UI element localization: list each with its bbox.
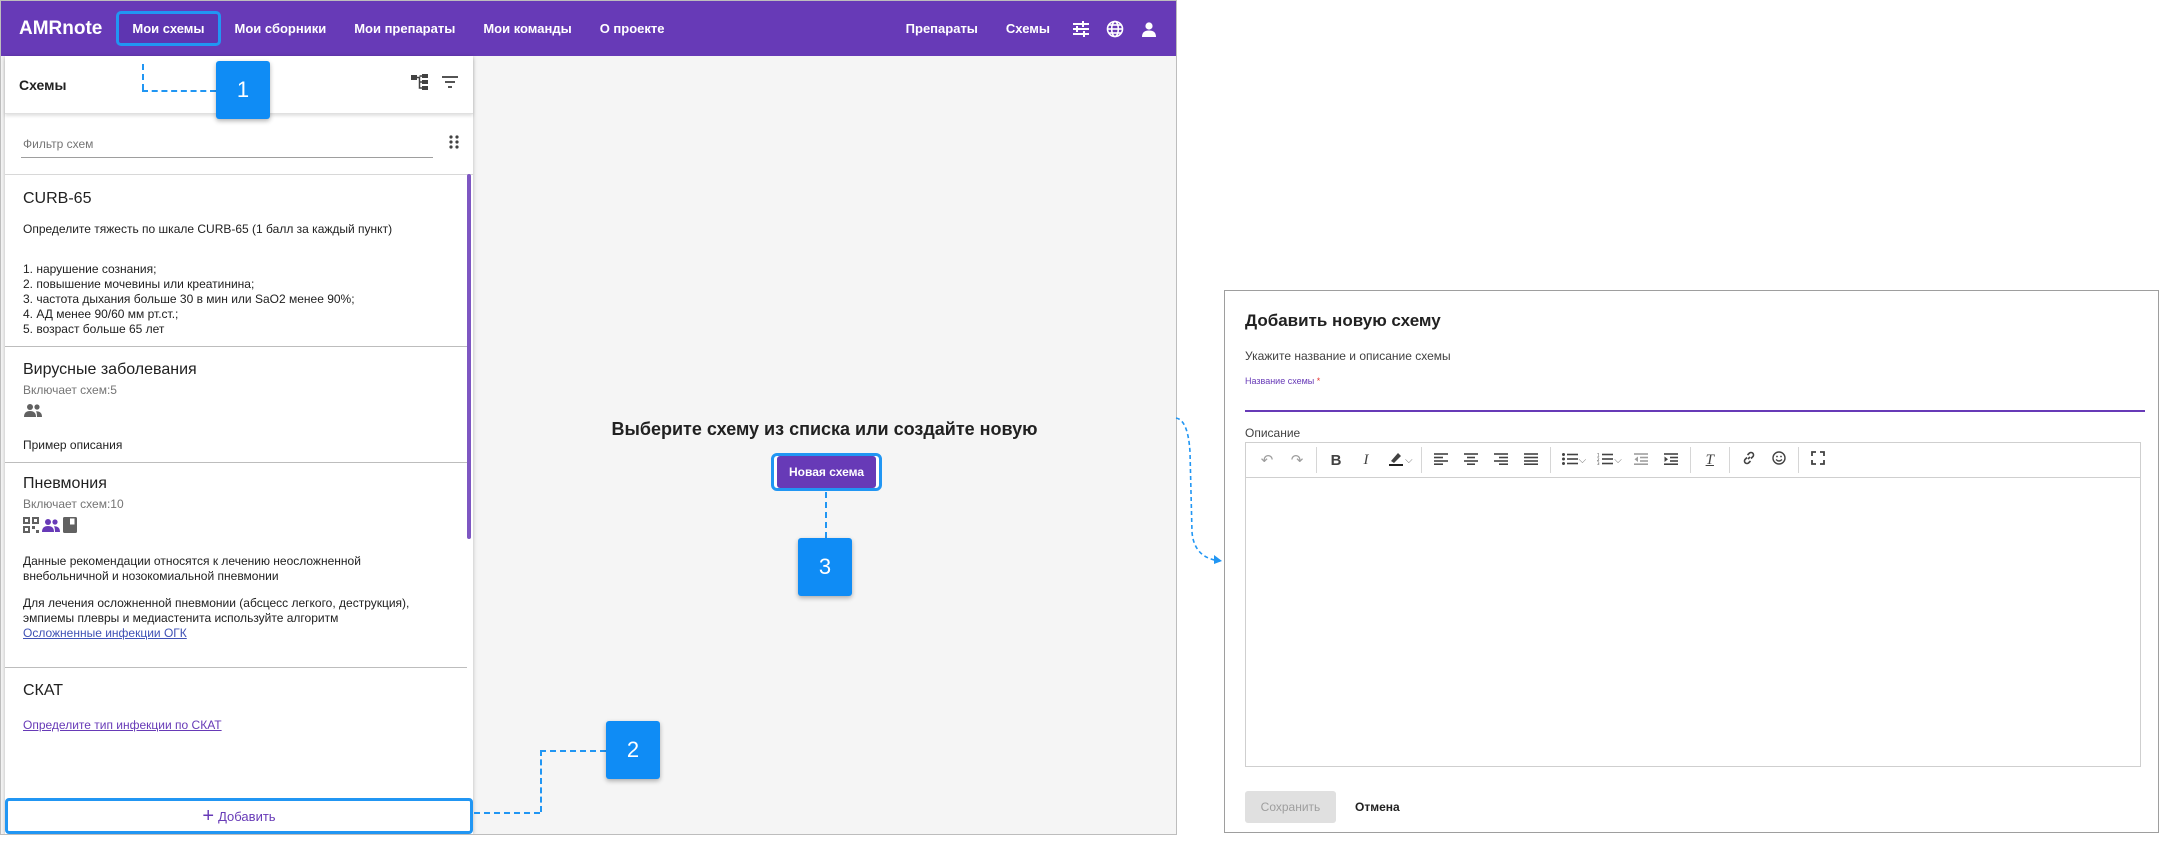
nav-my-drugs[interactable]: Мои препараты (340, 13, 469, 44)
scheme-card-skat[interactable]: СКАТ Определите тип инфекции по СКАТ (5, 668, 467, 745)
connector-3 (825, 492, 827, 538)
nav-my-teams[interactable]: Мои команды (469, 13, 585, 44)
callout-3: 3 (798, 538, 852, 596)
schemes-sidebar: Схемы CURB-65 Определите тяжесть по (5, 56, 473, 834)
tune-icon[interactable] (1064, 20, 1098, 37)
list-item: 2. повышение мочевины или креатинина; (23, 277, 255, 291)
sidebar-title: Схемы (19, 76, 67, 93)
chevron-down-icon[interactable]: ⌵ (1405, 455, 1413, 466)
cancel-button[interactable]: Отмена (1349, 791, 1406, 823)
fullscreen-icon[interactable] (1803, 451, 1833, 469)
required-mark: * (1316, 376, 1321, 386)
scheme-name-input[interactable] (1245, 388, 2145, 412)
chevron-down-icon[interactable]: ⌵ (1579, 455, 1587, 466)
dialog-title: Добавить новую схему (1245, 311, 1441, 330)
skat-link[interactable]: Определите тип инфекции по СКАТ (23, 718, 222, 732)
undo-icon[interactable]: ↶ (1252, 451, 1282, 469)
description-label: Описание (1245, 426, 1301, 440)
chevron-down-icon[interactable]: ⌵ (1614, 455, 1622, 466)
connector-arrow (1175, 417, 1222, 564)
sidebar-scrollbar[interactable] (467, 174, 471, 539)
name-label-text: Название схемы (1245, 376, 1315, 386)
outdent-icon[interactable] (1626, 452, 1656, 469)
plus-icon: + (202, 805, 215, 827)
nav-schemes[interactable]: Схемы (992, 13, 1064, 44)
scheme-card-curb65[interactable]: CURB-65 Определите тяжесть по шкале CURB… (5, 174, 467, 347)
scheme-list: CURB-65 Определите тяжесть по шкале CURB… (5, 174, 467, 774)
emoji-icon[interactable] (1764, 451, 1794, 469)
link-icon[interactable] (1734, 451, 1764, 469)
name-field-label: Название схемы * (1245, 376, 1320, 386)
filter-row (5, 114, 473, 175)
group-icon (23, 403, 43, 422)
align-left-icon[interactable] (1426, 452, 1456, 469)
add-label: Добавить (218, 808, 276, 824)
add-scheme-button[interactable]: + Добавить (5, 798, 473, 834)
nav-drugs[interactable]: Препараты (892, 13, 992, 44)
globe-icon[interactable] (1098, 20, 1132, 38)
align-center-icon[interactable] (1456, 452, 1486, 469)
card-description: Данные рекомендации относятся к лечению … (23, 554, 361, 583)
scheme-card-pneumonia[interactable]: Пневмония Включает схем:10 Данные рекоме… (5, 463, 467, 668)
card-count: Включает схем:10 (23, 497, 124, 511)
list-item: 4. АД менее 90/60 мм рт.ст.; (23, 307, 179, 321)
card-count: Включает схем:5 (23, 383, 117, 397)
list-item: 5. возраст больше 65 лет (23, 322, 165, 336)
scheme-filter-input[interactable] (21, 130, 433, 158)
nav-my-collections[interactable]: Мои сборники (221, 13, 341, 44)
list-item: 3. частота дыхания больше 30 в мин или S… (23, 292, 355, 306)
connector-1 (142, 64, 144, 90)
align-justify-icon[interactable] (1516, 452, 1546, 469)
account-icon[interactable] (1132, 21, 1166, 37)
tree-view-icon[interactable] (411, 74, 429, 95)
nav-my-schemes[interactable]: Мои схемы (116, 11, 221, 46)
new-scheme-label: Новая схема (776, 456, 877, 488)
save-button[interactable]: Сохранить (1245, 791, 1336, 823)
complicated-infections-link[interactable]: Осложненные инфекции ОГК (23, 626, 187, 640)
top-navbar-right: Препараты Схемы (892, 13, 1166, 44)
redo-icon[interactable]: ↷ (1282, 451, 1312, 469)
connector-2 (474, 812, 540, 814)
clear-format-icon[interactable]: T (1695, 452, 1725, 469)
card-title: Пневмония (23, 475, 107, 492)
book-icon (63, 517, 77, 538)
card-title: CURB-65 (23, 190, 92, 207)
drag-grip-icon[interactable] (449, 134, 459, 154)
card-title: СКАТ (23, 682, 64, 699)
main-nav: Мои схемы Мои сборники Мои препараты Мои… (116, 11, 678, 46)
new-scheme-button[interactable]: Новая схема (771, 453, 882, 491)
list-item: 1. нарушение сознания; (23, 262, 157, 276)
top-navbar: AMRnote Мои схемы Мои сборники Мои препа… (1, 1, 1176, 56)
editor-toolbar: ↶ ↷ B I ⌵ ⌵ 1 2 3 ⌵ T (1246, 443, 2140, 478)
card-description-2: Для лечения осложненной пневмонии (абсце… (23, 596, 410, 625)
description-editor[interactable]: ↶ ↷ B I ⌵ ⌵ 1 2 3 ⌵ T (1245, 442, 2141, 767)
filter-list-icon[interactable] (441, 75, 459, 94)
dialog-subtitle: Укажите название и описание схемы (1245, 349, 1451, 363)
svg-text:3: 3 (1597, 461, 1600, 465)
align-right-icon[interactable] (1486, 452, 1516, 469)
card-description: Определите тяжесть по шкале CURB-65 (1 б… (23, 222, 393, 236)
add-scheme-dialog: Добавить новую схему Укажите название и … (1224, 290, 2159, 833)
connector-2 (540, 750, 542, 812)
italic-icon[interactable]: I (1351, 452, 1381, 469)
callout-2: 2 (606, 721, 660, 779)
connector-2 (540, 750, 606, 752)
indent-icon[interactable] (1656, 452, 1686, 469)
callout-1: 1 (216, 61, 270, 119)
scheme-card-viral[interactable]: Вирусные заболевания Включает схем:5 При… (5, 347, 467, 463)
connector-1 (142, 90, 216, 92)
qr-code-icon (23, 517, 39, 538)
group-icon (41, 518, 61, 537)
brand-logo[interactable]: AMRnote (19, 18, 102, 40)
card-title: Вирусные заболевания (23, 361, 197, 378)
bold-icon[interactable]: B (1321, 452, 1351, 469)
nav-about[interactable]: О проекте (586, 13, 679, 44)
app-window: AMRnote Мои схемы Мои сборники Мои препа… (0, 0, 1177, 835)
card-description: Пример описания (23, 438, 123, 452)
empty-state-title: Выберите схему из списка или создайте но… (611, 419, 1038, 439)
